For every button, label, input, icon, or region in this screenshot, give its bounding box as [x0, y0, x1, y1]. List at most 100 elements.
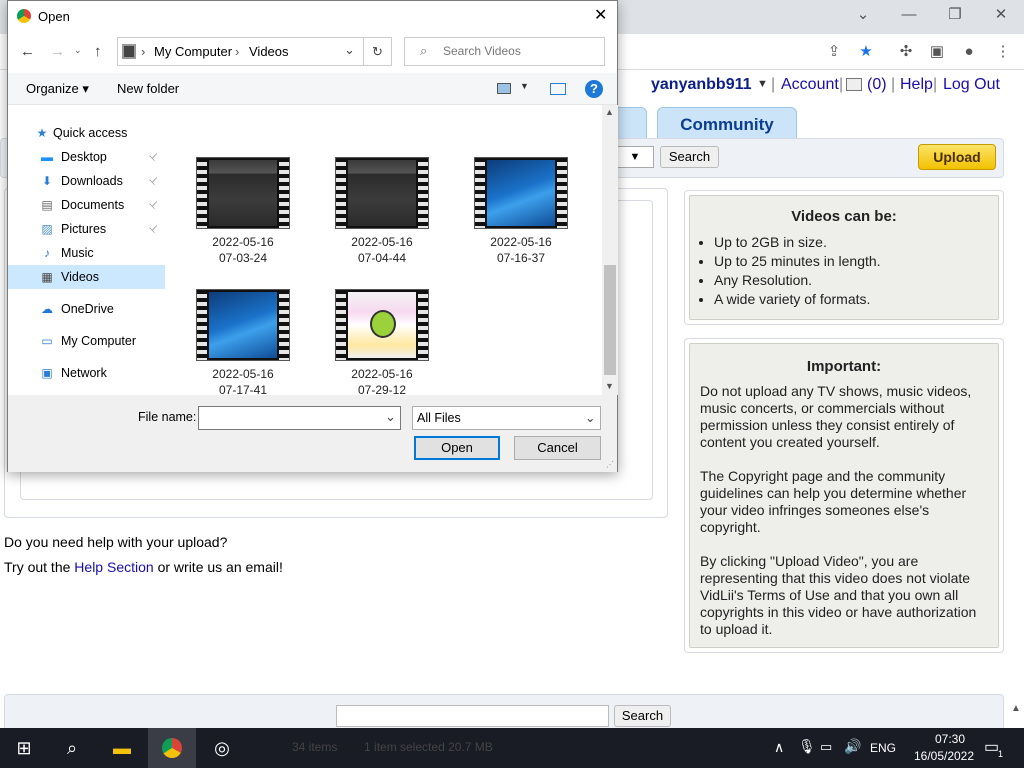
extensions-icon[interactable]: ✣ — [893, 40, 919, 64]
restore-button[interactable]: ❐ — [932, 0, 978, 32]
preview-pane-icon[interactable] — [550, 83, 566, 95]
tab-search-button[interactable]: ⌄ — [840, 0, 886, 32]
list-item: Up to 25 minutes in length. — [714, 252, 988, 271]
dialog-search-input[interactable]: Search Videos — [404, 37, 605, 66]
videos-can-be-box: Videos can be: Up to 2GB in size. Up to … — [684, 190, 1004, 325]
forward-arrow-icon[interactable]: → — [50, 43, 65, 60]
my-computer-icon: ▭ — [41, 334, 53, 348]
chevron-down-icon[interactable]: ⌄ — [74, 45, 82, 56]
star-icon[interactable]: ★ — [853, 40, 879, 64]
chevron-up-icon[interactable]: ∧ — [774, 739, 784, 756]
sidebar-item-music[interactable]: ♪ Music — [8, 241, 165, 265]
chevron-down-icon[interactable]: ⌄ — [385, 409, 396, 425]
microphone-icon[interactable]: 🎙 — [798, 738, 816, 755]
sidebar-item-onedrive[interactable]: ☁ OneDrive — [8, 297, 165, 321]
breadcrumb-videos[interactable]: Videos — [249, 44, 289, 59]
film-strip-icon — [279, 158, 289, 228]
account-link[interactable]: Account — [781, 76, 839, 94]
help-icon[interactable]: ? — [585, 80, 603, 98]
list-item: A wide variety of formats. — [714, 290, 988, 309]
cancel-button[interactable]: Cancel — [514, 436, 601, 460]
new-folder-button[interactable]: New folder — [117, 81, 179, 96]
film-strip-icon — [197, 290, 207, 360]
film-strip-icon — [336, 290, 346, 360]
sidebar-item-pictures[interactable]: ▨ Pictures ⊥ — [8, 217, 165, 241]
video-thumbnail — [474, 157, 568, 229]
video-thumbnail — [335, 157, 429, 229]
chrome-icon[interactable] — [148, 728, 196, 768]
search-icon[interactable]: ⌕ — [48, 728, 96, 768]
file-item[interactable]: 2022-05-16 07-16-37 — [466, 157, 576, 266]
sidebar-item-desktop[interactable]: ▬ Desktop ⊥ — [8, 145, 165, 169]
resize-grip[interactable]: ⋰ — [606, 460, 614, 469]
breadcrumb-my-computer[interactable]: My Computer — [154, 44, 232, 59]
open-button[interactable]: Open — [414, 436, 500, 460]
tab-community[interactable]: Community — [657, 107, 797, 140]
file-item[interactable]: 2022-05-16 07-17-41 — [188, 289, 298, 395]
video-thumbnail — [196, 157, 290, 229]
windows-start-icon[interactable]: ⊞ — [0, 728, 48, 768]
organize-button[interactable]: Organize ▾ — [26, 81, 89, 97]
clock-date[interactable]: 16/05/2022 — [906, 749, 982, 763]
file-item[interactable]: 2022-05-16 07-03-24 — [188, 157, 298, 266]
inbox-count[interactable]: (0) — [867, 76, 887, 94]
category-select[interactable]: ▼ — [617, 146, 654, 168]
sidebar-item-label: My Computer — [61, 334, 137, 348]
file-name-input[interactable]: ⌄ — [198, 406, 401, 430]
help-section-link[interactable]: Help Section — [74, 559, 153, 575]
refresh-button[interactable]: ↻ — [363, 37, 392, 66]
menu-icon[interactable]: ⋮ — [990, 40, 1016, 64]
nav-tab-partial[interactable] — [617, 107, 647, 140]
page-scrollbar[interactable]: ▲▼ — [1008, 690, 1024, 752]
close-window-button[interactable]: ✕ — [978, 0, 1024, 32]
chevron-down-icon[interactable]: ▼ — [757, 78, 768, 90]
minimize-button[interactable]: — — [886, 0, 932, 32]
sidebar-item-documents[interactable]: ▤ Documents ⊥ — [8, 193, 165, 217]
scroll-thumb[interactable] — [604, 265, 616, 375]
file-type-select[interactable]: All Files ⌄ — [412, 406, 601, 430]
file-item[interactable]: 2022-05-16 07-29-12 — [327, 289, 437, 395]
sidebar-item-my-computer[interactable]: ▭ My Computer — [8, 329, 165, 353]
site-search-button[interactable]: Search — [660, 146, 719, 168]
sidebar-item-downloads[interactable]: ⬇ Downloads ⊥ — [8, 169, 165, 193]
pin-icon: ⊥ — [146, 197, 161, 212]
up-arrow-icon[interactable]: ↑ — [94, 43, 102, 60]
volume-icon[interactable]: 🔊 — [844, 738, 861, 755]
profile-icon[interactable]: ● — [956, 40, 982, 64]
character-graphic — [370, 310, 396, 338]
status-items: 34 items — [292, 740, 338, 754]
chevron-down-icon[interactable]: ▼ — [520, 81, 529, 91]
video-frame — [348, 160, 416, 226]
language-indicator[interactable]: ENG — [870, 741, 896, 755]
file-explorer-icon[interactable]: ▬ — [98, 728, 146, 768]
file-name-time: 07-16-37 — [496, 251, 546, 265]
view-icon[interactable] — [497, 83, 511, 94]
upload-button[interactable]: Upload — [918, 144, 996, 170]
inbox-icon[interactable] — [846, 78, 862, 91]
file-list-scrollbar[interactable]: ▲ ▼ — [602, 105, 618, 395]
open-file-dialog: Open ✕ ← → ⌄ ↑ › My Computer › Videos ⌄ … — [7, 0, 618, 472]
footer-search-input[interactable] — [336, 705, 609, 727]
videos-icon: ▦ — [41, 270, 53, 284]
file-name-time: 07-03-24 — [218, 251, 268, 265]
network-icon[interactable]: ▭ — [820, 739, 832, 755]
videos-can-be-list: Up to 2GB in size. Up to 25 minutes in l… — [700, 233, 988, 309]
sidebar-item-network[interactable]: ▣ Network — [8, 361, 165, 385]
obs-icon[interactable]: ◎ — [198, 728, 246, 768]
address-bar[interactable]: › My Computer › Videos ⌄ — [117, 37, 364, 66]
close-icon[interactable]: ✕ — [594, 5, 607, 25]
sidebar-item-videos[interactable]: ▦ Videos — [8, 265, 165, 289]
chevron-down-icon[interactable]: ⌄ — [344, 42, 355, 58]
footer-search-button[interactable]: Search — [614, 705, 671, 727]
clock-time[interactable]: 07:30 — [920, 732, 980, 746]
username-link[interactable]: yanyanbb911 — [651, 76, 752, 94]
file-item[interactable]: 2022-05-16 07-04-44 — [327, 157, 437, 266]
help-link[interactable]: Help — [900, 76, 933, 94]
back-arrow-icon[interactable]: ← — [20, 43, 35, 60]
notification-icon[interactable]: ▭ — [984, 737, 999, 757]
share-icon[interactable]: ⇪ — [821, 40, 847, 64]
sidebar-item-quick-access[interactable]: ★ Quick access — [8, 121, 165, 145]
pin-icon: ⊥ — [146, 173, 161, 188]
logout-link[interactable]: Log Out — [943, 76, 1000, 94]
sidepanel-icon[interactable]: ▣ — [924, 40, 950, 64]
